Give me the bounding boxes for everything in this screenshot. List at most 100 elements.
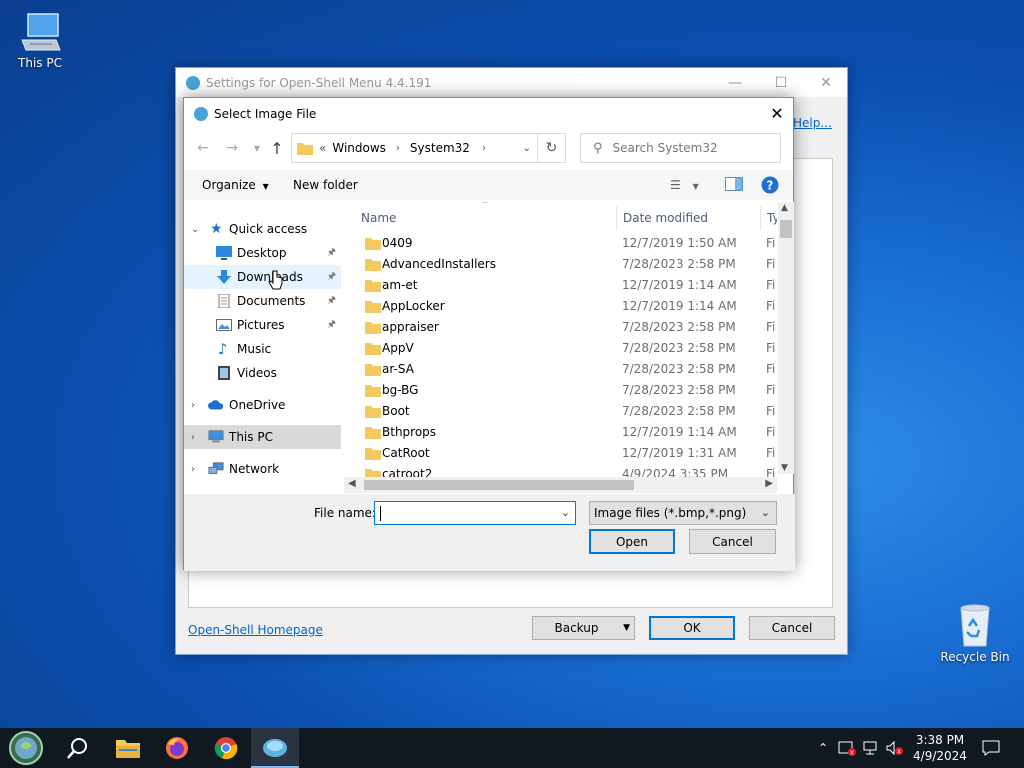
address-prefix[interactable]: « [319, 141, 326, 155]
settings-cancel-button[interactable]: Cancel [749, 616, 835, 640]
file-type-select[interactable]: Image files (*.bmp,*.png) ⌄ [589, 501, 777, 525]
view-options-button[interactable]: ☰ ▼ [670, 178, 699, 192]
column-header-date[interactable]: Date modified [617, 206, 761, 230]
column-header-type[interactable]: Ty [761, 206, 777, 230]
minimize-button[interactable]: — [712, 68, 758, 97]
file-row[interactable]: AppLocker 12/7/2019 1:14 AM Fi [355, 296, 775, 317]
dialog-titlebar[interactable]: Select Image File [184, 98, 793, 129]
desktop-icon-label: This PC [18, 56, 62, 70]
chevron-right-icon[interactable]: › [482, 143, 486, 154]
nav-music[interactable]: ♪ Music [184, 337, 341, 361]
backup-label: Backup [554, 621, 599, 635]
desktop-icon-recycle-bin[interactable]: Recycle Bin [937, 602, 1013, 664]
nav-network[interactable]: › Network [184, 457, 341, 481]
horizontal-scrollbar[interactable]: ◀ ▶ [344, 477, 777, 493]
file-row[interactable]: AppV 7/28/2023 2:58 PM Fi [355, 338, 775, 359]
breadcrumb-system32[interactable]: System32 [410, 141, 470, 155]
nav-pictures[interactable]: Pictures 🖈 [184, 313, 341, 337]
scroll-right-icon[interactable]: ▶ [765, 478, 773, 489]
notifications-button[interactable] [978, 728, 1004, 768]
music-icon: ♪ [218, 340, 228, 358]
breadcrumb-windows[interactable]: Windows [332, 141, 386, 155]
scroll-left-icon[interactable]: ◀ [348, 478, 356, 489]
search-icon: ⚲ [593, 140, 603, 156]
refresh-button[interactable]: ↻ [538, 133, 566, 163]
firefox-button[interactable] [153, 728, 201, 768]
chevron-down-icon[interactable]: ⌄ [561, 506, 570, 519]
pin-icon[interactable]: 🖈 [327, 317, 336, 334]
new-folder-button[interactable]: New folder [293, 178, 358, 192]
maximize-button[interactable]: ☐ [758, 68, 804, 97]
scrollbar-thumb[interactable] [780, 220, 792, 238]
desktop-icon-this-pc[interactable]: This PC [2, 10, 78, 70]
nav-this-pc[interactable]: › This PC [184, 425, 341, 449]
chevron-down-icon[interactable]: ⌄ [761, 506, 770, 519]
address-dropdown-icon[interactable]: ⌄ [523, 143, 531, 154]
security-tray-button[interactable]: x [836, 728, 858, 768]
search-button[interactable] [54, 728, 102, 768]
file-row[interactable]: am-et 12/7/2019 1:14 AM Fi [355, 275, 775, 296]
file-name: CatRoot [382, 446, 430, 460]
backup-button[interactable]: Backup ▼ [532, 616, 635, 640]
nav-onedrive[interactable]: › OneDrive [184, 393, 341, 417]
firefox-icon [166, 737, 188, 759]
nav-videos[interactable]: Videos [184, 361, 341, 385]
open-button[interactable]: Open [589, 529, 675, 554]
homepage-link[interactable]: Open-Shell Homepage [188, 623, 323, 637]
pin-icon[interactable]: 🖈 [327, 293, 336, 310]
nav-desktop[interactable]: Desktop 🖈 [184, 241, 341, 265]
dialog-cancel-button[interactable]: Cancel [689, 529, 776, 554]
search-box[interactable]: ⚲ Search System32 [580, 133, 781, 163]
help-link[interactable]: Help... [793, 116, 832, 130]
nav-downloads[interactable]: Downloads 🖈 [184, 265, 341, 289]
chevron-right-icon[interactable]: › [396, 143, 400, 154]
vertical-scrollbar[interactable]: ▲ ▼ [778, 202, 794, 474]
start-button[interactable] [2, 728, 50, 768]
volume-tray-button[interactable]: x [884, 728, 906, 768]
taskbar-clock[interactable]: 3:38 PM 4/9/2024 [910, 732, 970, 764]
file-row[interactable]: bg-BG 7/28/2023 2:58 PM Fi [355, 380, 775, 401]
up-button[interactable]: ↑ [267, 137, 287, 159]
address-bar[interactable]: « Windows › System32 › ⌄ [291, 133, 538, 163]
file-row[interactable]: Boot 7/28/2023 2:58 PM Fi [355, 401, 775, 422]
recent-locations-button[interactable]: ▼ [247, 137, 267, 159]
folder-icon [116, 740, 140, 758]
forward-button[interactable]: → [222, 137, 242, 159]
nav-documents[interactable]: Documents 🖈 [184, 289, 341, 313]
pin-icon[interactable]: 🖈 [327, 269, 336, 286]
file-row[interactable]: AdvancedInstallers 7/28/2023 2:58 PM Fi [355, 254, 775, 275]
file-explorer-button[interactable] [104, 728, 152, 768]
file-row[interactable]: catroot2 4/9/2024 3:35 PM Fi [355, 464, 775, 477]
network-tray-button[interactable] [860, 728, 882, 768]
folder-icon [365, 238, 381, 250]
chrome-button[interactable] [202, 728, 250, 768]
back-button[interactable]: ← [193, 137, 213, 159]
column-header-name[interactable]: Name [355, 206, 617, 230]
dialog-close-button[interactable]: ✕ [761, 98, 793, 129]
column-label: Date modified [623, 211, 709, 225]
minimize-icon: — [728, 74, 742, 91]
chevron-right-icon[interactable]: › [191, 432, 195, 443]
file-row[interactable]: CatRoot 12/7/2019 1:31 AM Fi [355, 443, 775, 464]
open-shell-settings-taskbar-button[interactable] [251, 728, 299, 768]
file-row[interactable]: appraiser 7/28/2023 2:58 PM Fi [355, 317, 775, 338]
scroll-up-icon[interactable]: ▲ [781, 203, 788, 213]
file-name-input[interactable]: ⌄ [374, 501, 576, 525]
file-name: AppLocker [382, 299, 445, 313]
settings-close-button[interactable]: ✕ [803, 68, 849, 97]
file-row[interactable]: 0409 12/7/2019 1:50 AM Fi [355, 233, 775, 254]
scroll-down-icon[interactable]: ▼ [781, 463, 788, 473]
file-row[interactable]: ar-SA 7/28/2023 2:58 PM Fi [355, 359, 775, 380]
show-hidden-icons-button[interactable]: ⌃ [814, 728, 832, 768]
file-row[interactable]: Bthprops 12/7/2019 1:14 AM Fi [355, 422, 775, 443]
chevron-right-icon[interactable]: › [191, 400, 195, 411]
organize-button[interactable]: Organize ▼ [202, 178, 269, 192]
pin-icon[interactable]: 🖈 [327, 245, 336, 262]
chevron-right-icon[interactable]: › [191, 464, 195, 475]
ok-button[interactable]: OK [649, 616, 735, 640]
preview-pane-button[interactable] [725, 177, 743, 194]
chevron-down-icon[interactable]: ⌄ [191, 224, 199, 235]
nav-quick-access[interactable]: ⌄ ★ Quick access [184, 217, 341, 241]
help-button[interactable]: ? [761, 176, 779, 197]
scrollbar-thumb[interactable] [364, 480, 634, 490]
